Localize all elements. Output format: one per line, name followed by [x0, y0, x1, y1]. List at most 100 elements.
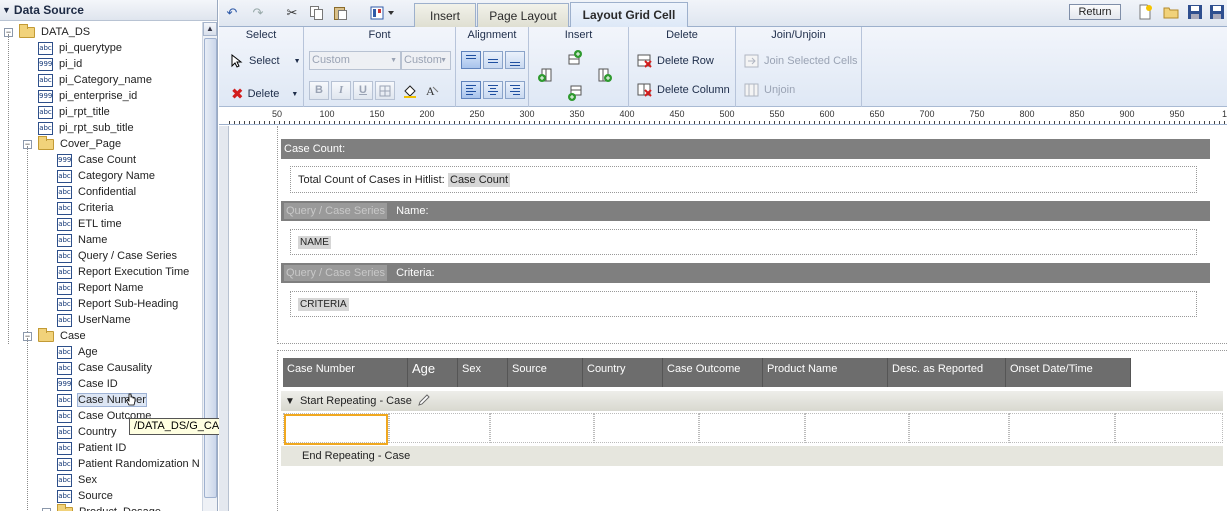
tree-node[interactable]: abc Report Execution Time: [42, 264, 189, 280]
repeat-cell[interactable]: [909, 413, 1009, 443]
tree-node[interactable]: abc UserName: [42, 312, 131, 328]
align-center-button[interactable]: [483, 81, 503, 99]
undo-icon[interactable]: ↶: [223, 3, 241, 22]
tree-scrollbar[interactable]: ▲: [202, 22, 217, 511]
end-repeating-bar[interactable]: End Repeating - Case: [281, 446, 1223, 466]
save-icon[interactable]: [1187, 4, 1203, 20]
tree-node[interactable]: 999 pi_enterprise_id: [23, 88, 137, 104]
tree-node[interactable]: abc Category Name: [42, 168, 155, 184]
repeat-cell[interactable]: [1009, 413, 1115, 443]
layout-options-icon[interactable]: [369, 3, 397, 22]
query-series-field-pill[interactable]: Query / Case Series: [284, 203, 388, 219]
select-dropdown-icon[interactable]: ▼: [294, 58, 301, 65]
paste-icon[interactable]: [331, 3, 349, 22]
border-button[interactable]: [375, 81, 395, 100]
tree-node[interactable]: abc pi_querytype: [23, 40, 122, 56]
align-right-button[interactable]: [505, 81, 525, 99]
tree-node[interactable]: abc Case Causality: [42, 360, 152, 376]
tree-node[interactable]: abc Confidential: [42, 184, 136, 200]
tree-node[interactable]: abc Patient ID: [42, 440, 126, 456]
repeat-cell[interactable]: [594, 413, 699, 443]
name-row[interactable]: NAME: [290, 229, 1197, 255]
delete-column-button[interactable]: Delete Column: [637, 82, 730, 98]
save-as-icon[interactable]: [1209, 4, 1225, 20]
pencil-edit-icon[interactable]: [417, 393, 431, 407]
col-header-product-name[interactable]: Product Name: [763, 358, 888, 387]
tree-node[interactable]: 999 Case ID: [42, 376, 118, 392]
insert-row-above-icon[interactable]: [567, 49, 583, 65]
delete-dropdown-icon[interactable]: ▼: [291, 91, 298, 98]
selected-grid-cell[interactable]: [284, 414, 388, 445]
font-name-select[interactable]: Custom ▼: [309, 51, 401, 70]
tab-insert[interactable]: Insert: [414, 3, 476, 27]
case-count-field[interactable]: Case Count: [448, 173, 511, 187]
tree-node[interactable]: − Cover_Page: [23, 135, 121, 152]
col-header-desc-as-reported[interactable]: Desc. as Reported: [888, 358, 1006, 387]
insert-column-left-icon[interactable]: [537, 67, 553, 83]
tree-node[interactable]: abc Country: [42, 424, 117, 440]
repeat-cell[interactable]: [1115, 413, 1223, 443]
underline-button[interactable]: U: [353, 81, 373, 100]
case-count-row[interactable]: Total Count of Cases in Hitlist: Case Co…: [290, 166, 1197, 193]
query-series-field-pill-2[interactable]: Query / Case Series: [284, 265, 388, 281]
insert-row-below-icon[interactable]: [567, 85, 583, 101]
criteria-field[interactable]: CRITERIA: [298, 298, 349, 311]
font-size-select[interactable]: Custom ▼: [401, 51, 451, 70]
tab-layout-grid-cell[interactable]: Layout Grid Cell: [570, 2, 688, 27]
criteria-row[interactable]: CRITERIA: [290, 291, 1197, 317]
tree-node[interactable]: abc Age: [42, 344, 98, 360]
tree-node[interactable]: abc pi_rpt_title: [23, 104, 110, 120]
tree-node[interactable]: − Product_Dosage: [42, 503, 161, 511]
tree-node[interactable]: 999 pi_id: [23, 56, 82, 72]
align-bottom-button[interactable]: [505, 51, 525, 69]
tree-node[interactable]: abc pi_rpt_sub_title: [23, 120, 134, 136]
start-repeating-bar[interactable]: ▼ Start Repeating - Case: [281, 391, 1223, 411]
repeat-cell[interactable]: [699, 413, 805, 443]
tree-node[interactable]: abc Patient Randomization N: [42, 456, 200, 472]
tree-node[interactable]: abc ETL time: [42, 216, 122, 232]
col-header-case-outcome[interactable]: Case Outcome: [663, 358, 763, 387]
col-header-case-number[interactable]: Case Number: [283, 358, 408, 387]
criteria-section-header[interactable]: Query / Case Series Criteria:: [281, 263, 1210, 283]
tree-node[interactable]: abc Criteria: [42, 200, 113, 216]
collapse-triangle-icon[interactable]: ▼: [2, 5, 11, 15]
tree-node[interactable]: abc Report Name: [42, 280, 143, 296]
expand-triangle-icon[interactable]: ▼: [285, 396, 295, 407]
delete-button[interactable]: ✖ Delete ▼: [231, 85, 298, 103]
align-left-button[interactable]: [461, 81, 481, 99]
select-button[interactable]: Select ▼: [231, 54, 301, 68]
tree-node[interactable]: abc Name: [42, 232, 107, 248]
insert-column-right-icon[interactable]: [597, 67, 613, 83]
name-field[interactable]: NAME: [298, 236, 331, 249]
col-header-source[interactable]: Source: [508, 358, 583, 387]
tree-node[interactable]: abc Sex: [42, 472, 97, 488]
italic-button[interactable]: I: [331, 81, 351, 100]
col-header-sex[interactable]: Sex: [458, 358, 508, 387]
repeat-cell[interactable]: [490, 413, 594, 443]
tab-page-layout[interactable]: Page Layout: [477, 3, 569, 27]
copy-icon[interactable]: [307, 3, 325, 22]
open-folder-icon[interactable]: [1163, 4, 1179, 20]
font-color-icon[interactable]: A: [424, 83, 440, 99]
return-button[interactable]: Return: [1069, 4, 1121, 20]
case-count-section-header[interactable]: Case Count:: [281, 139, 1210, 159]
bold-button[interactable]: B: [309, 81, 329, 100]
scroll-up-arrow-icon[interactable]: ▲: [203, 22, 217, 36]
tree-node[interactable]: 999 Case Count: [42, 152, 136, 168]
cut-icon[interactable]: ✂: [283, 3, 301, 22]
tree-node[interactable]: abc Report Sub-Heading: [42, 296, 178, 312]
join-cells-button[interactable]: Join Selected Cells: [744, 53, 858, 69]
data-source-header[interactable]: ▼ Data Source: [0, 0, 217, 21]
align-top-button[interactable]: [461, 51, 481, 69]
new-document-icon[interactable]: [1137, 4, 1153, 20]
tree-node[interactable]: − Case: [23, 327, 86, 344]
tree-expander-icon[interactable]: −: [42, 507, 51, 511]
tree-node[interactable]: abc Source: [42, 488, 113, 504]
tree-node[interactable]: − DATA_DS: [4, 23, 90, 40]
col-header-onset-date-time[interactable]: Onset Date/Time: [1006, 358, 1131, 387]
col-header-country[interactable]: Country: [583, 358, 663, 387]
unjoin-button[interactable]: Unjoin: [744, 82, 795, 98]
tree-node[interactable]: abc pi_Category_name: [23, 72, 152, 88]
col-header-age[interactable]: Age: [408, 358, 458, 387]
name-section-header[interactable]: Query / Case Series Name:: [281, 201, 1210, 221]
